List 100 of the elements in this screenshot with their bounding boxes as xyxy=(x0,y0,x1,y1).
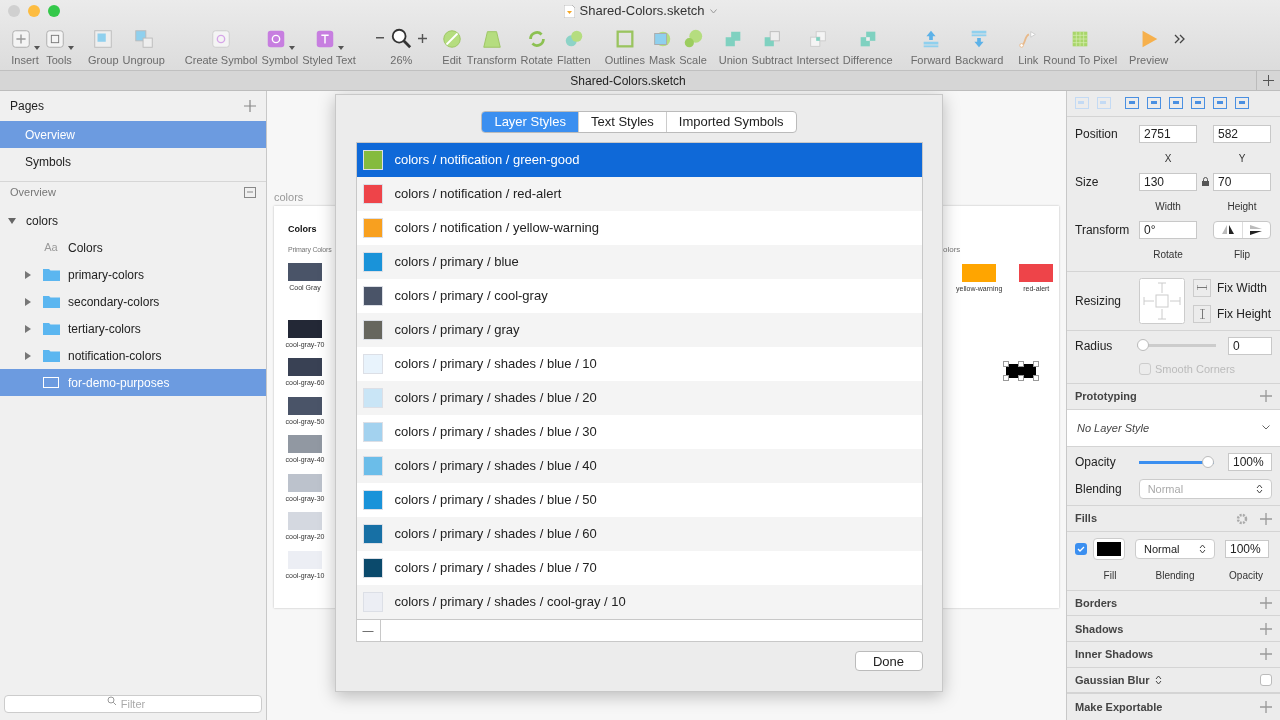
layer-row[interactable]: colors xyxy=(0,207,266,234)
toolbar-button[interactable]: Tools xyxy=(42,26,76,67)
checkbox[interactable] xyxy=(1139,362,1151,375)
checkbox[interactable] xyxy=(1260,674,1272,686)
toolbar-button[interactable]: Group xyxy=(86,26,121,67)
style-row[interactable]: colors / primary / gray xyxy=(356,313,922,347)
layer-style-select[interactable]: No Layer Style xyxy=(1077,419,1150,437)
toolbar-button[interactable]: Outlines xyxy=(602,26,647,67)
layer-name: secondary-colors xyxy=(68,293,160,311)
toolbar-button[interactable]: Union xyxy=(716,26,750,67)
toolbar-button[interactable]: Transform xyxy=(464,26,519,67)
align-middle-icon[interactable] xyxy=(1213,97,1227,110)
toolbar-button[interactable]: Create Symbol xyxy=(182,26,260,67)
section-label: olors xyxy=(943,244,961,256)
triangle-right-icon[interactable] xyxy=(24,297,32,306)
fill-swatch[interactable] xyxy=(1093,537,1125,560)
toolbar-button[interactable]: Flatten xyxy=(555,26,593,67)
toolbar-button[interactable]: Rotate xyxy=(518,26,555,67)
plus-icon xyxy=(10,28,32,50)
slider-thumb[interactable] xyxy=(1136,339,1149,352)
toolbar-button[interactable]: Edit xyxy=(438,26,465,67)
radius-field[interactable]: 0 xyxy=(1228,336,1272,355)
add-page-icon[interactable] xyxy=(244,100,256,112)
stepper-icon xyxy=(1154,675,1162,685)
toolbar-button[interactable]: Mask xyxy=(647,26,678,67)
layer-name: notification-colors xyxy=(68,347,162,365)
triangle-right-icon[interactable] xyxy=(24,324,32,333)
toolbar-button[interactable]: Intersect xyxy=(794,26,841,67)
layer-row[interactable]: notification-colors xyxy=(0,342,266,369)
style-row[interactable]: colors / primary / shades / blue / 40 xyxy=(356,449,922,483)
page-item[interactable]: Symbols xyxy=(0,148,266,175)
collapse-icon[interactable] xyxy=(244,187,256,198)
lock-icon[interactable] xyxy=(1201,177,1209,187)
x-field[interactable]: 2751 xyxy=(1139,124,1197,143)
property-label: Opacity xyxy=(1075,454,1117,472)
toolbar-button[interactable]: Backward xyxy=(953,26,1006,67)
document-tab[interactable]: Shared-Colors.sketch xyxy=(570,71,686,90)
stepper-icon xyxy=(1199,543,1206,554)
blending-select[interactable]: Normal xyxy=(1135,538,1215,559)
y-field[interactable]: 582 xyxy=(1213,124,1271,143)
toolbar-button[interactable]: Difference xyxy=(840,26,895,67)
toolbar-button[interactable]: Insert xyxy=(8,26,42,67)
zoom-button[interactable] xyxy=(48,5,60,17)
search-icon[interactable] xyxy=(389,27,412,49)
checkbox[interactable] xyxy=(1075,542,1087,555)
resizing-control[interactable] xyxy=(1139,277,1185,324)
flip-control[interactable] xyxy=(1213,220,1271,239)
toolbar-button[interactable]: Subtract xyxy=(749,26,795,67)
toolbar-button[interactable]: Ungroup xyxy=(120,26,167,67)
field-caption: Blending xyxy=(1155,569,1195,581)
toolbar-button[interactable]: Scale xyxy=(677,26,709,67)
toolbar-button[interactable]: 26% xyxy=(373,26,429,67)
toolbar-button[interactable]: Preview xyxy=(1127,26,1171,67)
align-center-icon[interactable] xyxy=(1147,97,1161,110)
align-right-icon[interactable] xyxy=(1169,97,1183,110)
slider-thumb[interactable] xyxy=(1202,455,1214,468)
done-button[interactable]: Done xyxy=(854,651,923,671)
dialog-tab[interactable]: Text Styles xyxy=(577,112,666,132)
property-label: Blending xyxy=(1075,481,1123,499)
toolbar-button[interactable]: Forward xyxy=(908,26,953,67)
chevrons-icon[interactable] xyxy=(1174,34,1187,44)
style-row[interactable]: colors / notification / red-alert xyxy=(356,177,922,211)
flip-vertical-icon xyxy=(1250,224,1263,235)
remove-button[interactable]: — xyxy=(356,620,381,641)
style-row[interactable]: colors / notification / green-good xyxy=(356,143,922,177)
minus-icon[interactable] xyxy=(375,37,384,39)
align-left-icon[interactable] xyxy=(1125,97,1139,110)
align-top-icon[interactable] xyxy=(1191,97,1205,110)
plus-icon[interactable] xyxy=(417,33,427,43)
folder-icon xyxy=(42,268,60,281)
dialog-tab[interactable]: Imported Symbols xyxy=(665,112,796,132)
fix-width-icon xyxy=(1197,285,1207,291)
gear-icon[interactable] xyxy=(1236,512,1248,525)
toolbar-button[interactable]: Styled Text xyxy=(300,26,358,67)
layer-row[interactable]: primary-colors xyxy=(0,261,266,288)
width-field[interactable]: 130 xyxy=(1139,172,1197,191)
layer-row[interactable]: Aa Colors xyxy=(0,234,266,261)
filter-field[interactable]: Filter xyxy=(4,695,262,713)
toolbar-button[interactable]: Link xyxy=(1015,26,1042,67)
toolbar-button[interactable]: Symbol xyxy=(259,26,301,67)
flip-horizontal-icon xyxy=(1221,225,1234,235)
toolbar-button[interactable]: Round To Pixel xyxy=(1041,26,1120,67)
rotate-field[interactable]: 0° xyxy=(1139,220,1197,239)
fix-width-button[interactable] xyxy=(1193,278,1211,297)
style-row[interactable]: colors / primary / blue xyxy=(356,245,922,279)
fix-height-button[interactable] xyxy=(1193,304,1211,323)
style-row[interactable]: colors / primary / shades / cool-gray / 10 xyxy=(356,585,922,619)
opacity-field[interactable]: 100% xyxy=(1225,539,1269,558)
layer-row[interactable]: secondary-colors xyxy=(0,288,266,315)
chevron-down-icon[interactable] xyxy=(1262,425,1270,431)
triangle-right-icon[interactable] xyxy=(24,351,32,360)
height-field[interactable]: 70 xyxy=(1213,172,1271,191)
triangle-right-icon[interactable] xyxy=(24,270,32,279)
triangle-down-icon[interactable] xyxy=(8,216,16,225)
style-row[interactable]: colors / primary / shades / blue / 60 xyxy=(356,517,922,551)
layer-row[interactable]: tertiary-colors xyxy=(0,315,266,342)
align-bottom-icon[interactable] xyxy=(1235,97,1249,110)
opacity-field[interactable]: 100% xyxy=(1228,453,1272,472)
field-caption: X xyxy=(1164,152,1172,164)
style-row[interactable]: colors / primary / shades / blue / 20 xyxy=(356,381,922,415)
